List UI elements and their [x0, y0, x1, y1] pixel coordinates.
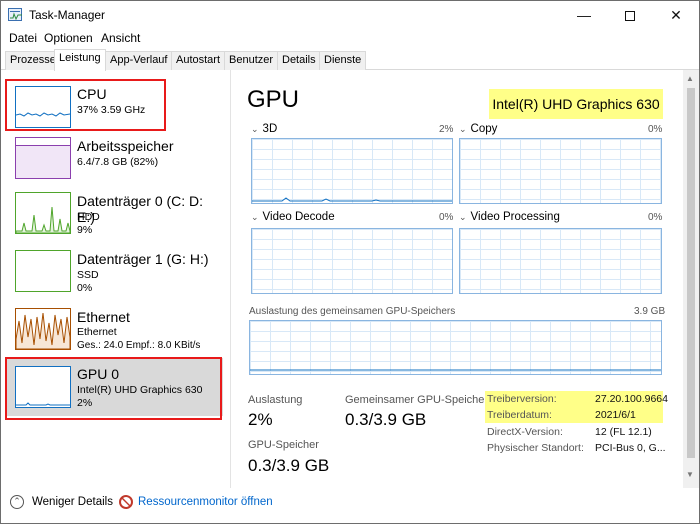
info-value: 27.20.100.9664	[595, 393, 668, 405]
engine-label-text: Copy	[470, 123, 498, 135]
close-icon: ✕	[670, 7, 682, 23]
info-key: Physischer Standort:	[487, 442, 584, 454]
fewer-details-button[interactable]: Weniger Details	[32, 496, 113, 508]
sidebar-item-disk-0[interactable]: Datenträger 0 (C: D: E:) HDD 9%	[7, 192, 223, 250]
driver-date-row: Treiberdatum: 2021/6/1	[485, 407, 663, 423]
disk-0-thumbnail-graph	[15, 192, 71, 234]
minimize-icon: —	[577, 7, 591, 23]
tab-strip: Prozesse Leistung App-Verlauf Autostart …	[1, 49, 699, 71]
task-manager-app-icon	[8, 8, 22, 21]
sidebar-item-detail-2: 0%	[77, 282, 93, 294]
shared-memory-label: Auslastung des gemeinsamen GPU-Speichers	[249, 306, 456, 317]
sidebar-item-name: Datenträger 1 (G: H:)	[77, 251, 209, 267]
engine-video-decode-label[interactable]: ⌄ Video Decode	[251, 211, 335, 223]
close-button[interactable]: ✕	[653, 1, 699, 29]
engine-video-decode-percent: 0%	[439, 212, 454, 223]
menu-optionen[interactable]: Optionen	[44, 31, 93, 45]
chevron-up-icon[interactable]: ⌃	[10, 495, 24, 509]
sidebar-item-detail: Ethernet	[77, 326, 117, 338]
chevron-down-icon: ⌄	[459, 212, 467, 222]
shared-gpu-memory-value: 0.3/3.9 GB	[345, 410, 427, 429]
physical-location-row: Physischer Standort: PCI-Bus 0, G...	[485, 440, 666, 456]
footer-bar: ⌃ Weniger Details Ressourcenmonitor öffn…	[1, 488, 699, 524]
tab-autostart[interactable]: Autostart	[171, 51, 226, 70]
scroll-up-icon[interactable]: ▲	[686, 74, 694, 83]
memory-thumbnail-graph	[15, 137, 71, 179]
engine-label-text: Video Decode	[262, 211, 335, 223]
sidebar-item-detail-2: Ges.: 24.0 Empf.: 8.0 KBit/s	[77, 340, 201, 351]
menu-bar: Datei Optionen Ansicht	[1, 29, 699, 49]
engine-3d-percent: 2%	[439, 124, 454, 135]
engine-3d-graph	[251, 138, 453, 204]
minimize-button[interactable]: —	[561, 1, 607, 29]
engine-video-processing-graph	[459, 228, 662, 294]
sidebar-item-name: Arbeitsspeicher	[77, 138, 174, 154]
info-value: 12 (FL 12.1)	[595, 426, 652, 438]
tab-benutzer[interactable]: Benutzer	[224, 51, 279, 70]
sidebar-item-detail: HDD	[77, 211, 100, 223]
info-value: PCI-Bus 0, G...	[595, 442, 666, 454]
resource-sidebar: CPU 37% 3.59 GHz Arbeitsspeicher 6.4/7.8…	[1, 70, 231, 488]
gpu-highlight-box	[5, 357, 222, 420]
gpu-memory-value: 0.3/3.9 GB	[248, 456, 330, 475]
engine-copy-percent: 0%	[648, 124, 663, 135]
engine-copy-label[interactable]: ⌄ Copy	[459, 123, 497, 135]
shared-memory-max: 3.9 GB	[634, 306, 666, 317]
performance-content: CPU 37% 3.59 GHz Arbeitsspeicher 6.4/7.8…	[1, 70, 699, 488]
disk-1-thumbnail-graph	[15, 250, 71, 292]
engine-label-text: 3D	[262, 123, 278, 135]
engine-video-processing-percent: 0%	[648, 212, 663, 223]
sidebar-item-detail: SSD	[77, 269, 99, 281]
scrollbar-thumb[interactable]	[687, 88, 695, 458]
engine-3d-label[interactable]: ⌄ 3D	[251, 123, 277, 135]
maximize-icon	[625, 11, 635, 22]
menu-ansicht[interactable]: Ansicht	[101, 31, 140, 45]
info-value: 2021/6/1	[595, 409, 636, 421]
chevron-down-icon: ⌄	[251, 212, 259, 222]
engine-copy-graph	[459, 138, 662, 204]
window-title: Task-Manager	[29, 8, 106, 22]
info-key: Treiberdatum:	[487, 409, 552, 421]
main-scrollbar[interactable]: ▲ ▼	[683, 70, 699, 488]
shared-memory-graph	[249, 320, 662, 375]
title-bar[interactable]: Task-Manager — ✕	[1, 1, 699, 29]
scroll-down-icon[interactable]: ▼	[686, 470, 694, 479]
ethernet-thumbnail-graph	[15, 308, 71, 350]
info-key: Treiberversion:	[487, 393, 557, 405]
sidebar-item-detail-2: 9%	[77, 224, 93, 236]
tab-details[interactable]: Details	[277, 51, 321, 70]
sidebar-item-name: Ethernet	[77, 309, 130, 325]
engine-video-processing-label[interactable]: ⌄ Video Processing	[459, 211, 560, 223]
tab-dienste[interactable]: Dienste	[319, 51, 367, 70]
info-key: DirectX-Version:	[487, 426, 563, 438]
shared-gpu-memory-label: Gemeinsamer GPU-Speicher	[345, 394, 489, 406]
gpu-memory-label: GPU-Speicher	[248, 439, 319, 451]
sidebar-item-memory[interactable]: Arbeitsspeicher 6.4/7.8 GB (82%)	[7, 137, 223, 195]
tab-prozesse[interactable]: Prozesse	[5, 51, 61, 70]
sidebar-item-detail: 6.4/7.8 GB (82%)	[77, 156, 159, 168]
resource-monitor-icon[interactable]	[119, 495, 133, 509]
driver-version-row: Treiberversion: 27.20.100.9664	[485, 391, 668, 407]
gpu-detail-panel: GPU Intel(R) UHD Graphics 630 ⌄ 3D 2% ⌄ Co…	[237, 70, 677, 488]
engine-video-decode-graph	[251, 228, 453, 294]
engine-label-text: Video Processing	[470, 211, 560, 223]
menu-datei[interactable]: Datei	[9, 31, 37, 45]
chevron-down-icon: ⌄	[251, 124, 259, 134]
sidebar-scrollbar[interactable]	[225, 70, 231, 488]
maximize-button[interactable]	[607, 1, 653, 29]
sidebar-item-disk-1[interactable]: Datenträger 1 (G: H:) SSD 0%	[7, 250, 223, 308]
gpu-model-name: Intel(R) UHD Graphics 630	[489, 89, 663, 119]
usage-label: Auslastung	[248, 394, 303, 406]
usage-value: 2%	[248, 410, 273, 429]
page-title: GPU	[247, 86, 300, 113]
cpu-highlight-box	[5, 79, 166, 131]
task-manager-window: Task-Manager — ✕ Datei Optionen Ansicht …	[0, 0, 700, 524]
open-resource-monitor-link[interactable]: Ressourcenmonitor öffnen	[138, 496, 273, 508]
tab-app-verlauf[interactable]: App-Verlauf	[105, 51, 173, 70]
tab-leistung[interactable]: Leistung	[54, 49, 106, 71]
chevron-down-icon: ⌄	[459, 124, 467, 134]
directx-version-row: DirectX-Version: 12 (FL 12.1)	[485, 424, 663, 440]
